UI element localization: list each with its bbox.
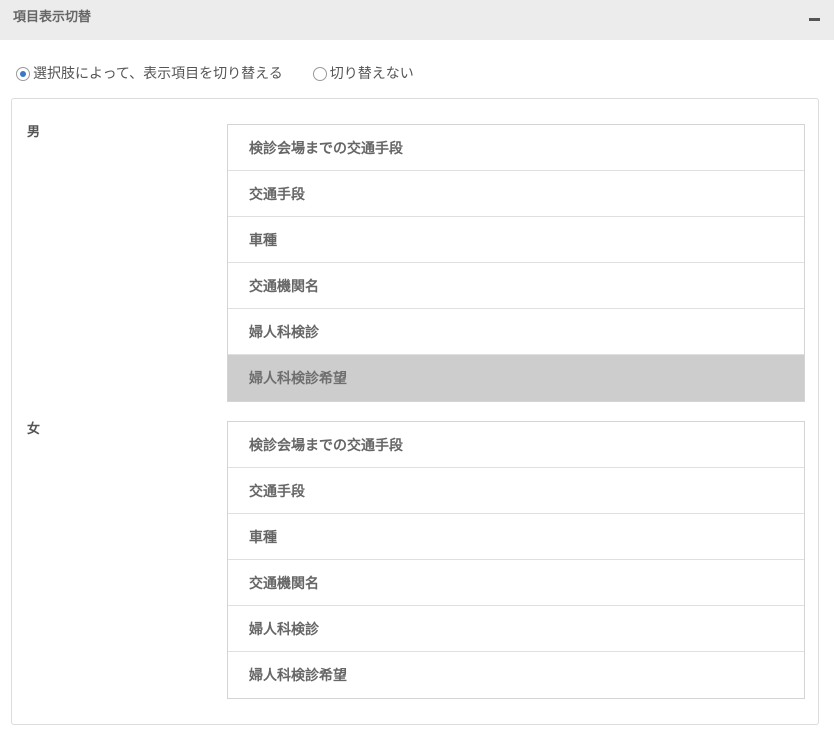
item-list-male: 検診会場までの交通手段 交通手段 車種 交通機関名 婦人科検診 婦人科検診希望 <box>227 124 805 402</box>
display-mode-radio-group: 選択肢によって、表示項目を切り替える 切り替えない <box>16 64 414 84</box>
panel-title: 項目表示切替 <box>13 10 92 25</box>
radio-label-no-switch: 切り替えない <box>329 66 414 82</box>
list-item[interactable]: 婦人科検診 <box>228 309 804 355</box>
radio-option-no-switch[interactable]: 切り替えない <box>312 65 414 83</box>
list-item[interactable]: 交通機関名 <box>228 263 804 309</box>
radio-dot <box>20 71 26 77</box>
panel-header: 項目表示切替 <box>0 0 834 40</box>
minus-icon-bar <box>809 18 820 21</box>
item-list-female: 検診会場までの交通手段 交通手段 車種 交通機関名 婦人科検診 婦人科検診希望 <box>227 421 805 699</box>
list-item[interactable]: 交通手段 <box>228 468 804 514</box>
list-item[interactable]: 交通機関名 <box>228 560 804 606</box>
list-item[interactable]: 交通手段 <box>228 171 804 217</box>
list-item-selected[interactable]: 婦人科検診希望 <box>228 355 804 401</box>
list-item[interactable]: 検診会場までの交通手段 <box>228 125 804 171</box>
group-label-female: 女 <box>27 422 41 437</box>
list-item[interactable]: 婦人科検診 <box>228 606 804 652</box>
radio-unchecked-icon[interactable] <box>312 67 327 81</box>
group-label-male: 男 <box>27 125 41 140</box>
list-item[interactable]: 婦人科検診希望 <box>228 652 804 698</box>
list-item[interactable]: 車種 <box>228 217 804 263</box>
list-item[interactable]: 車種 <box>228 514 804 560</box>
radio-checked-icon[interactable] <box>16 67 30 81</box>
radio-option-switch-by-choice[interactable]: 選択肢によって、表示項目を切り替える <box>16 65 283 83</box>
list-item[interactable]: 検診会場までの交通手段 <box>228 422 804 468</box>
radio-label-switch-by-choice: 選択肢によって、表示項目を切り替える <box>33 66 283 82</box>
minus-icon[interactable] <box>809 13 821 25</box>
